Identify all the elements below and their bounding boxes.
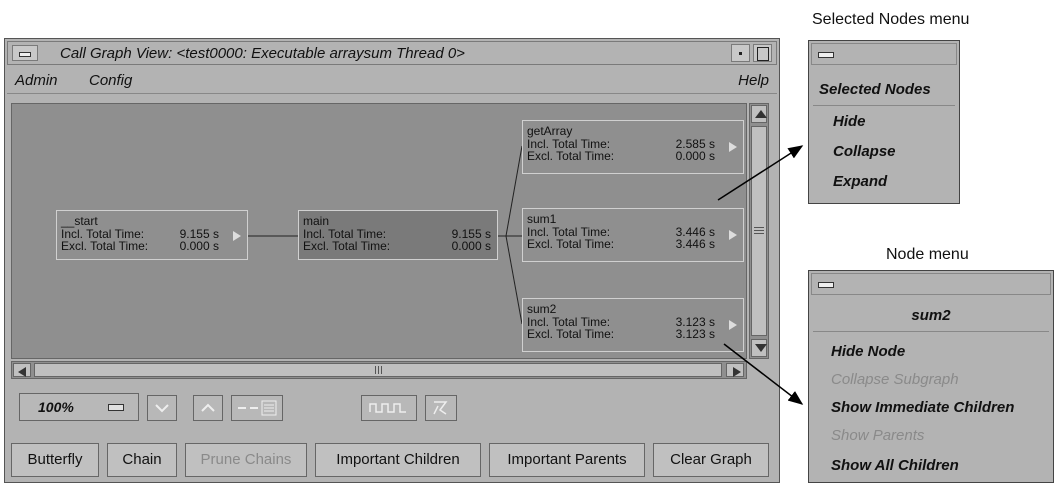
expand-arrow-icon[interactable]: [729, 142, 737, 152]
overview-button[interactable]: [231, 395, 283, 421]
edge-main-sum2: [505, 235, 523, 325]
menu-item-collapse-subgraph[interactable]: Collapse Subgraph: [831, 371, 959, 388]
chevron-up-icon: [201, 403, 215, 412]
minimize-button[interactable]: [731, 44, 750, 62]
menu-tearoff-bar[interactable]: [811, 43, 957, 65]
arrow-left-icon: [18, 367, 26, 377]
menu-config[interactable]: Config: [89, 72, 132, 89]
menu-tearoff-bar[interactable]: [811, 273, 1051, 295]
scroll-up-button[interactable]: [751, 105, 767, 123]
edge-main-getarray: [505, 145, 523, 237]
menu-item-show-parents[interactable]: Show Parents: [831, 427, 924, 444]
node-sum2[interactable]: sum2 Incl. Total Time: 3.123 s Excl. Tot…: [522, 298, 744, 352]
menu-item-collapse[interactable]: Collapse: [833, 143, 896, 160]
call-graph-window: Call Graph View: <test0000: Executable a…: [4, 38, 780, 483]
arrow-right-icon: [733, 367, 741, 377]
menu-item-show-all-children[interactable]: Show All Children: [831, 457, 959, 474]
excl-label: Excl. Total Time:: [61, 239, 149, 253]
excl-value: 0.000 s: [675, 149, 715, 163]
node-getarray[interactable]: getArray Incl. Total Time: 2.585 s Excl.…: [522, 120, 744, 174]
title-bar: Call Graph View: <test0000: Executable a…: [7, 41, 777, 65]
scroll-left-button[interactable]: [13, 363, 31, 377]
node-name: __start: [61, 214, 98, 228]
menu-item-show-immediate-children[interactable]: Show Immediate Children: [831, 399, 1014, 416]
menu-bar: Admin Config Help: [7, 67, 777, 94]
horizontal-scrollbar[interactable]: [11, 361, 747, 379]
maximize-button[interactable]: [753, 44, 772, 62]
zoom-in-button[interactable]: [193, 395, 223, 421]
prune-chains-button[interactable]: Prune Chains: [185, 443, 307, 477]
window-menu-button[interactable]: [12, 45, 38, 61]
selected-nodes-menu-title-row: Selected Nodes: [813, 75, 955, 106]
graph-canvas[interactable]: __start Incl. Total Time: 9.155 s Excl. …: [11, 103, 747, 359]
scroll-right-button[interactable]: [726, 363, 744, 377]
excl-label: Excl. Total Time:: [527, 327, 615, 341]
window-title: Call Graph View: <test0000: Executable a…: [60, 45, 465, 62]
overview-icon: [238, 400, 277, 416]
menu-admin[interactable]: Admin: [15, 72, 58, 89]
node-menu: sum2 Hide Node Collapse Subgraph Show Im…: [808, 270, 1054, 483]
important-parents-button[interactable]: Important Parents: [489, 443, 645, 477]
important-children-button[interactable]: Important Children: [315, 443, 481, 477]
selected-nodes-menu-caption: Selected Nodes menu: [812, 11, 970, 28]
node-main[interactable]: main Incl. Total Time: 9.155 s Excl. Tot…: [298, 210, 498, 260]
arrow-up-icon: [755, 110, 767, 118]
node-name: sum1: [527, 212, 557, 226]
excl-label: Excl. Total Time:: [303, 239, 391, 253]
scroll-down-button[interactable]: [751, 339, 767, 357]
menu-title: sum2: [911, 307, 951, 324]
butterfly-button[interactable]: Butterfly: [11, 443, 99, 477]
chain-button[interactable]: Chain: [107, 443, 177, 477]
menu-item-hide[interactable]: Hide: [833, 113, 866, 130]
node-menu-title-row: sum2: [813, 301, 1049, 332]
expand-arrow-icon[interactable]: [729, 230, 737, 240]
expand-arrow-icon[interactable]: [233, 231, 241, 241]
excl-value: 0.000 s: [179, 239, 219, 253]
option-menu-icon: [108, 404, 124, 411]
vertical-scrollbar[interactable]: [749, 103, 769, 359]
node-sum1[interactable]: sum1 Incl. Total Time: 3.446 s Excl. Tot…: [522, 208, 744, 262]
node-name: sum2: [527, 302, 557, 316]
excl-value: 0.000 s: [451, 239, 491, 253]
excl-label: Excl. Total Time:: [527, 149, 615, 163]
rotate-icon: [433, 401, 448, 415]
vertical-scroll-thumb[interactable]: [751, 126, 767, 336]
clear-graph-button[interactable]: Clear Graph: [653, 443, 769, 477]
horizontal-scroll-thumb[interactable]: [34, 363, 722, 377]
zoom-menu[interactable]: 100%: [19, 393, 139, 421]
rotate-button[interactable]: [425, 395, 457, 421]
realign-button[interactable]: [361, 395, 417, 421]
node-start[interactable]: __start Incl. Total Time: 9.155 s Excl. …: [56, 210, 248, 260]
excl-label: Excl. Total Time:: [527, 237, 615, 251]
selected-nodes-menu: Selected Nodes Hide Collapse Expand: [808, 40, 960, 204]
excl-value: 3.446 s: [675, 237, 715, 251]
node-name: getArray: [527, 124, 573, 138]
expand-arrow-icon[interactable]: [729, 320, 737, 330]
node-name: main: [303, 214, 330, 228]
zoom-value: 100%: [38, 399, 74, 415]
realign-icon: [369, 403, 406, 413]
node-menu-caption: Node menu: [886, 246, 969, 263]
arrow-down-icon: [755, 344, 767, 352]
zoom-out-button[interactable]: [147, 395, 177, 421]
menu-title: Selected Nodes: [819, 81, 931, 98]
menu-item-expand[interactable]: Expand: [833, 173, 887, 190]
excl-value: 3.123 s: [675, 327, 715, 341]
menu-item-hide-node[interactable]: Hide Node: [831, 343, 905, 360]
menu-help[interactable]: Help: [738, 72, 769, 89]
chevron-down-icon: [155, 404, 169, 413]
